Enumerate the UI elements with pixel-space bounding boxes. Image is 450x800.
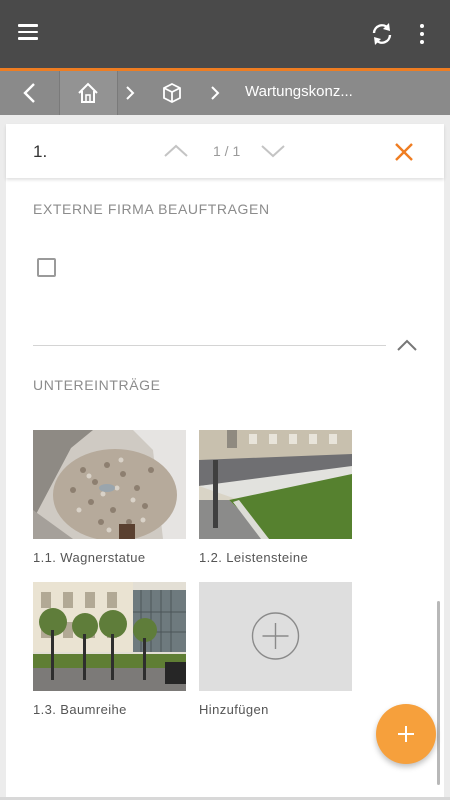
chevron-right-icon [205, 83, 225, 103]
cube-icon[interactable] [156, 79, 188, 107]
subentry-tile[interactable]: 1.1. Wagnerstatue [33, 430, 186, 565]
sync-icon[interactable] [366, 18, 398, 50]
add-subentry-tile[interactable]: Hinzufügen [199, 582, 352, 717]
entry-header: 1. 1 / 1 [6, 124, 444, 178]
add-fab-button[interactable] [376, 704, 436, 764]
tree-row-photo [33, 582, 186, 691]
externe-firma-label: EXTERNE FIRMA BEAUFTRAGEN [33, 201, 270, 217]
section-divider [33, 345, 386, 346]
gravel-fountain-photo [33, 430, 186, 539]
more-vertical-icon[interactable] [410, 18, 434, 50]
entry-card: 1. 1 / 1 EXTERNE FIRMA BEAUFTRAGEN UNTER… [6, 124, 444, 800]
lawn-curb-photo [199, 430, 352, 539]
breadcrumb: Wartungskonz... [0, 71, 450, 115]
chevron-down-icon[interactable] [259, 138, 287, 164]
subentry-label: 1.1. Wagnerstatue [33, 550, 146, 565]
hamburger-menu-icon[interactable] [14, 20, 46, 48]
subentry-label: 1.2. Leistensteine [199, 550, 309, 565]
subentry-tile[interactable]: 1.3. Baumreihe [33, 582, 186, 717]
pager-text: 1 / 1 [213, 143, 241, 159]
close-icon[interactable] [390, 138, 418, 166]
plus-circle-icon [251, 612, 300, 660]
chevron-up-icon[interactable] [162, 138, 190, 164]
entry-number: 1. [33, 142, 48, 161]
app-toolbar [0, 0, 450, 68]
add-placeholder [199, 582, 352, 691]
plus-icon [398, 726, 414, 742]
chevron-up-icon[interactable] [394, 335, 420, 355]
subentry-label: 1.3. Baumreihe [33, 702, 127, 717]
chevron-right-icon [120, 83, 140, 103]
breadcrumb-current[interactable]: Wartungskonz... [245, 83, 353, 100]
untereintraege-label: UNTEREINTRÄGE [33, 377, 161, 393]
add-subentry-label: Hinzufügen [199, 702, 269, 717]
subentry-tile[interactable]: 1.2. Leistensteine [199, 430, 352, 565]
home-icon[interactable] [59, 71, 118, 115]
externe-firma-checkbox[interactable] [37, 258, 56, 277]
scrollbar[interactable] [437, 601, 440, 785]
chevron-left-icon[interactable] [0, 71, 58, 115]
